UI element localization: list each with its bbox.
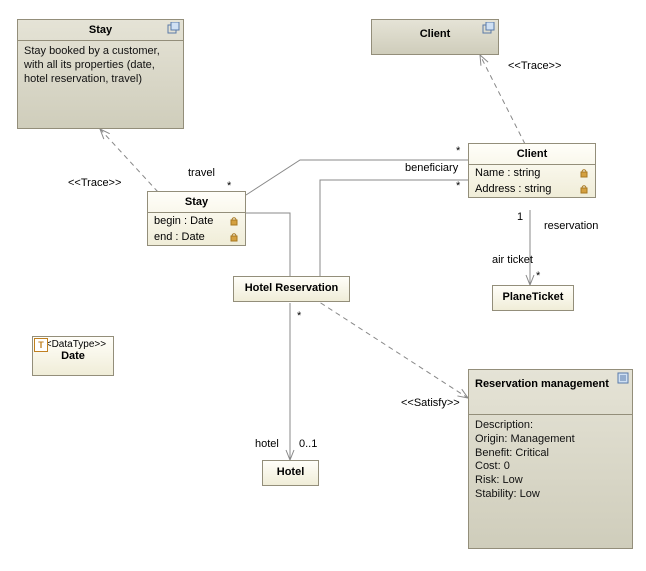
label-satisfy: <<Satisfy>>: [401, 397, 460, 409]
mult-star: *: [297, 310, 301, 322]
class-date[interactable]: T <<DataType>> Date: [32, 336, 114, 376]
lock-icon: [579, 168, 589, 178]
lock-icon: [229, 232, 239, 242]
resmgmt-line: Stability: Low: [475, 488, 626, 502]
attr-text: Name : string: [475, 167, 579, 179]
note-client: Client: [371, 19, 499, 55]
resmgmt-line: Description:: [475, 419, 626, 433]
class-stay[interactable]: Stay begin : Date end : Date: [147, 191, 246, 246]
label-reservation: reservation: [544, 220, 598, 232]
class-stay-name: Stay: [185, 196, 208, 208]
attr-text: end : Date: [154, 231, 229, 243]
resmgmt-line: Benefit: Critical: [475, 447, 626, 461]
class-stay-title: Stay: [148, 192, 245, 213]
mult-star: *: [456, 145, 460, 157]
resmgmt-line: Origin: Management: [475, 433, 626, 447]
note-resmgmt-title-text: Reservation management: [475, 378, 609, 390]
mult-star: *: [456, 180, 460, 192]
note-stay-body: Stay booked by a customer, with all its …: [18, 41, 183, 90]
mult-star: *: [536, 270, 540, 282]
class-planeticket-title: PlaneTicket: [493, 286, 573, 308]
class-plane-ticket[interactable]: PlaneTicket: [492, 285, 574, 311]
attr-text: begin : Date: [154, 215, 229, 227]
note-client-title: Client: [372, 20, 498, 48]
lock-icon: [579, 184, 589, 194]
mult-one: 1: [517, 211, 523, 223]
class-hotel-name: Hotel: [277, 466, 305, 478]
note-resmgmt-body: Description: Origin: Management Benefit:…: [469, 415, 632, 506]
note-stay: Stay Stay booked by a customer, with all…: [17, 19, 184, 129]
note-icon: [482, 22, 496, 34]
note-resmgmt-title: Reservation management: [469, 370, 632, 415]
label-beneficiary: beneficiary: [405, 162, 458, 174]
attr-row: end : Date: [148, 229, 245, 245]
note-stay-title: Stay: [18, 20, 183, 41]
class-hotelres-title: Hotel Reservation: [234, 277, 349, 299]
lock-icon: [229, 216, 239, 226]
label-trace2: <<Trace>>: [508, 60, 561, 72]
attr-text: Address : string: [475, 183, 579, 195]
resmgmt-line: Risk: Low: [475, 474, 626, 488]
type-badge: T: [34, 338, 48, 352]
class-date-name: Date: [33, 350, 113, 366]
resmgmt-line: Cost: 0: [475, 460, 626, 474]
label-travel: travel: [188, 167, 215, 179]
note-icon: [616, 372, 630, 384]
label-hotel: hotel: [255, 438, 279, 450]
note-icon: [167, 22, 181, 34]
mult-zero-one: 0..1: [299, 438, 317, 450]
attr-row: Name : string: [469, 165, 595, 181]
note-reservation-mgmt: Reservation management Description: Orig…: [468, 369, 633, 549]
class-client-name: Client: [517, 148, 548, 160]
label-trace1: <<Trace>>: [68, 177, 121, 189]
class-hotelres-name: Hotel Reservation: [245, 282, 339, 294]
attr-row: Address : string: [469, 181, 595, 197]
class-hotel-reservation[interactable]: Hotel Reservation: [233, 276, 350, 302]
class-hotel[interactable]: Hotel: [262, 460, 319, 486]
class-planeticket-name: PlaneTicket: [503, 291, 564, 303]
note-stay-title-text: Stay: [89, 24, 112, 36]
class-client[interactable]: Client Name : string Address : string: [468, 143, 596, 198]
label-airticket: air ticket: [492, 254, 533, 266]
class-hotel-title: Hotel: [263, 461, 318, 483]
note-client-title-text: Client: [420, 28, 451, 40]
attr-row: begin : Date: [148, 213, 245, 229]
mult-star: *: [227, 180, 231, 192]
class-client-title: Client: [469, 144, 595, 165]
